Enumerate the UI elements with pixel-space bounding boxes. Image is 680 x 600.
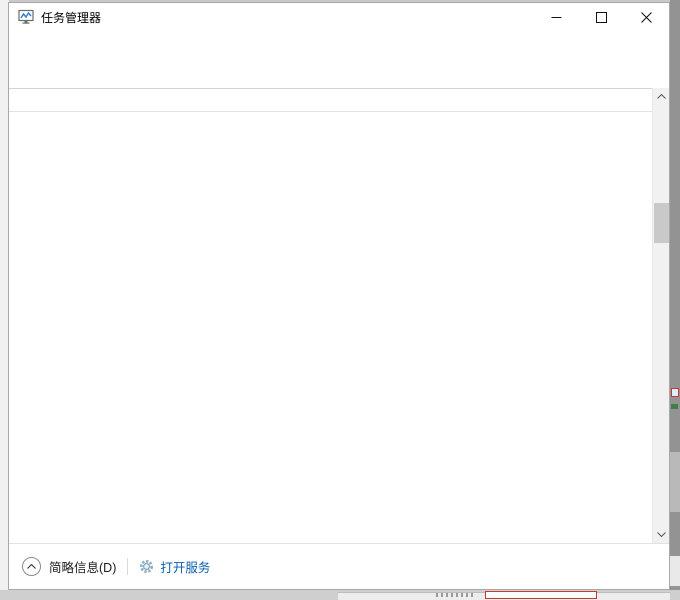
window-title: 任务管理器: [41, 9, 101, 26]
scroll-down-button[interactable]: [653, 526, 670, 543]
open-services-link[interactable]: 打开服务: [139, 557, 210, 576]
background-fragment: [436, 593, 476, 597]
open-services-label: 打开服务: [160, 557, 210, 576]
background-fragment: [670, 556, 680, 586]
menu-bar: [9, 31, 669, 53]
background-fragment: [671, 388, 679, 397]
services-gear-icon: [139, 559, 154, 574]
scroll-up-button[interactable]: [653, 88, 670, 105]
maximize-button[interactable]: [579, 3, 624, 31]
chevron-up-icon: [657, 94, 666, 99]
task-manager-app-icon: [18, 9, 34, 25]
details-toggle-label: 简略信息(D): [49, 557, 116, 576]
tab-strip: [9, 53, 669, 89]
task-manager-window: 任务管理器 简略信息(D): [8, 2, 670, 590]
table-header: [9, 89, 652, 112]
services-table: [9, 112, 652, 543]
vertical-scrollbar[interactable]: [652, 88, 669, 543]
minimize-icon: [551, 12, 562, 23]
maximize-icon: [596, 12, 607, 23]
close-button[interactable]: [624, 3, 669, 31]
background-fragment: [485, 591, 597, 599]
background-fragment: [670, 452, 680, 512]
background-bottom-strip: [0, 590, 680, 600]
footer-separator: [127, 558, 128, 575]
title-bar: 任务管理器: [9, 3, 669, 31]
chevron-down-icon: [657, 532, 666, 537]
close-icon: [641, 12, 652, 23]
details-toggle-button[interactable]: 简略信息(D): [22, 557, 116, 576]
minimize-button[interactable]: [534, 3, 579, 31]
chevron-up-circle-icon: [22, 557, 41, 576]
scroll-thumb[interactable]: [654, 203, 669, 243]
background-fragment: [671, 404, 678, 409]
footer-bar: 简略信息(D) 打开服务: [9, 543, 669, 589]
background-right-strip: [670, 0, 680, 600]
